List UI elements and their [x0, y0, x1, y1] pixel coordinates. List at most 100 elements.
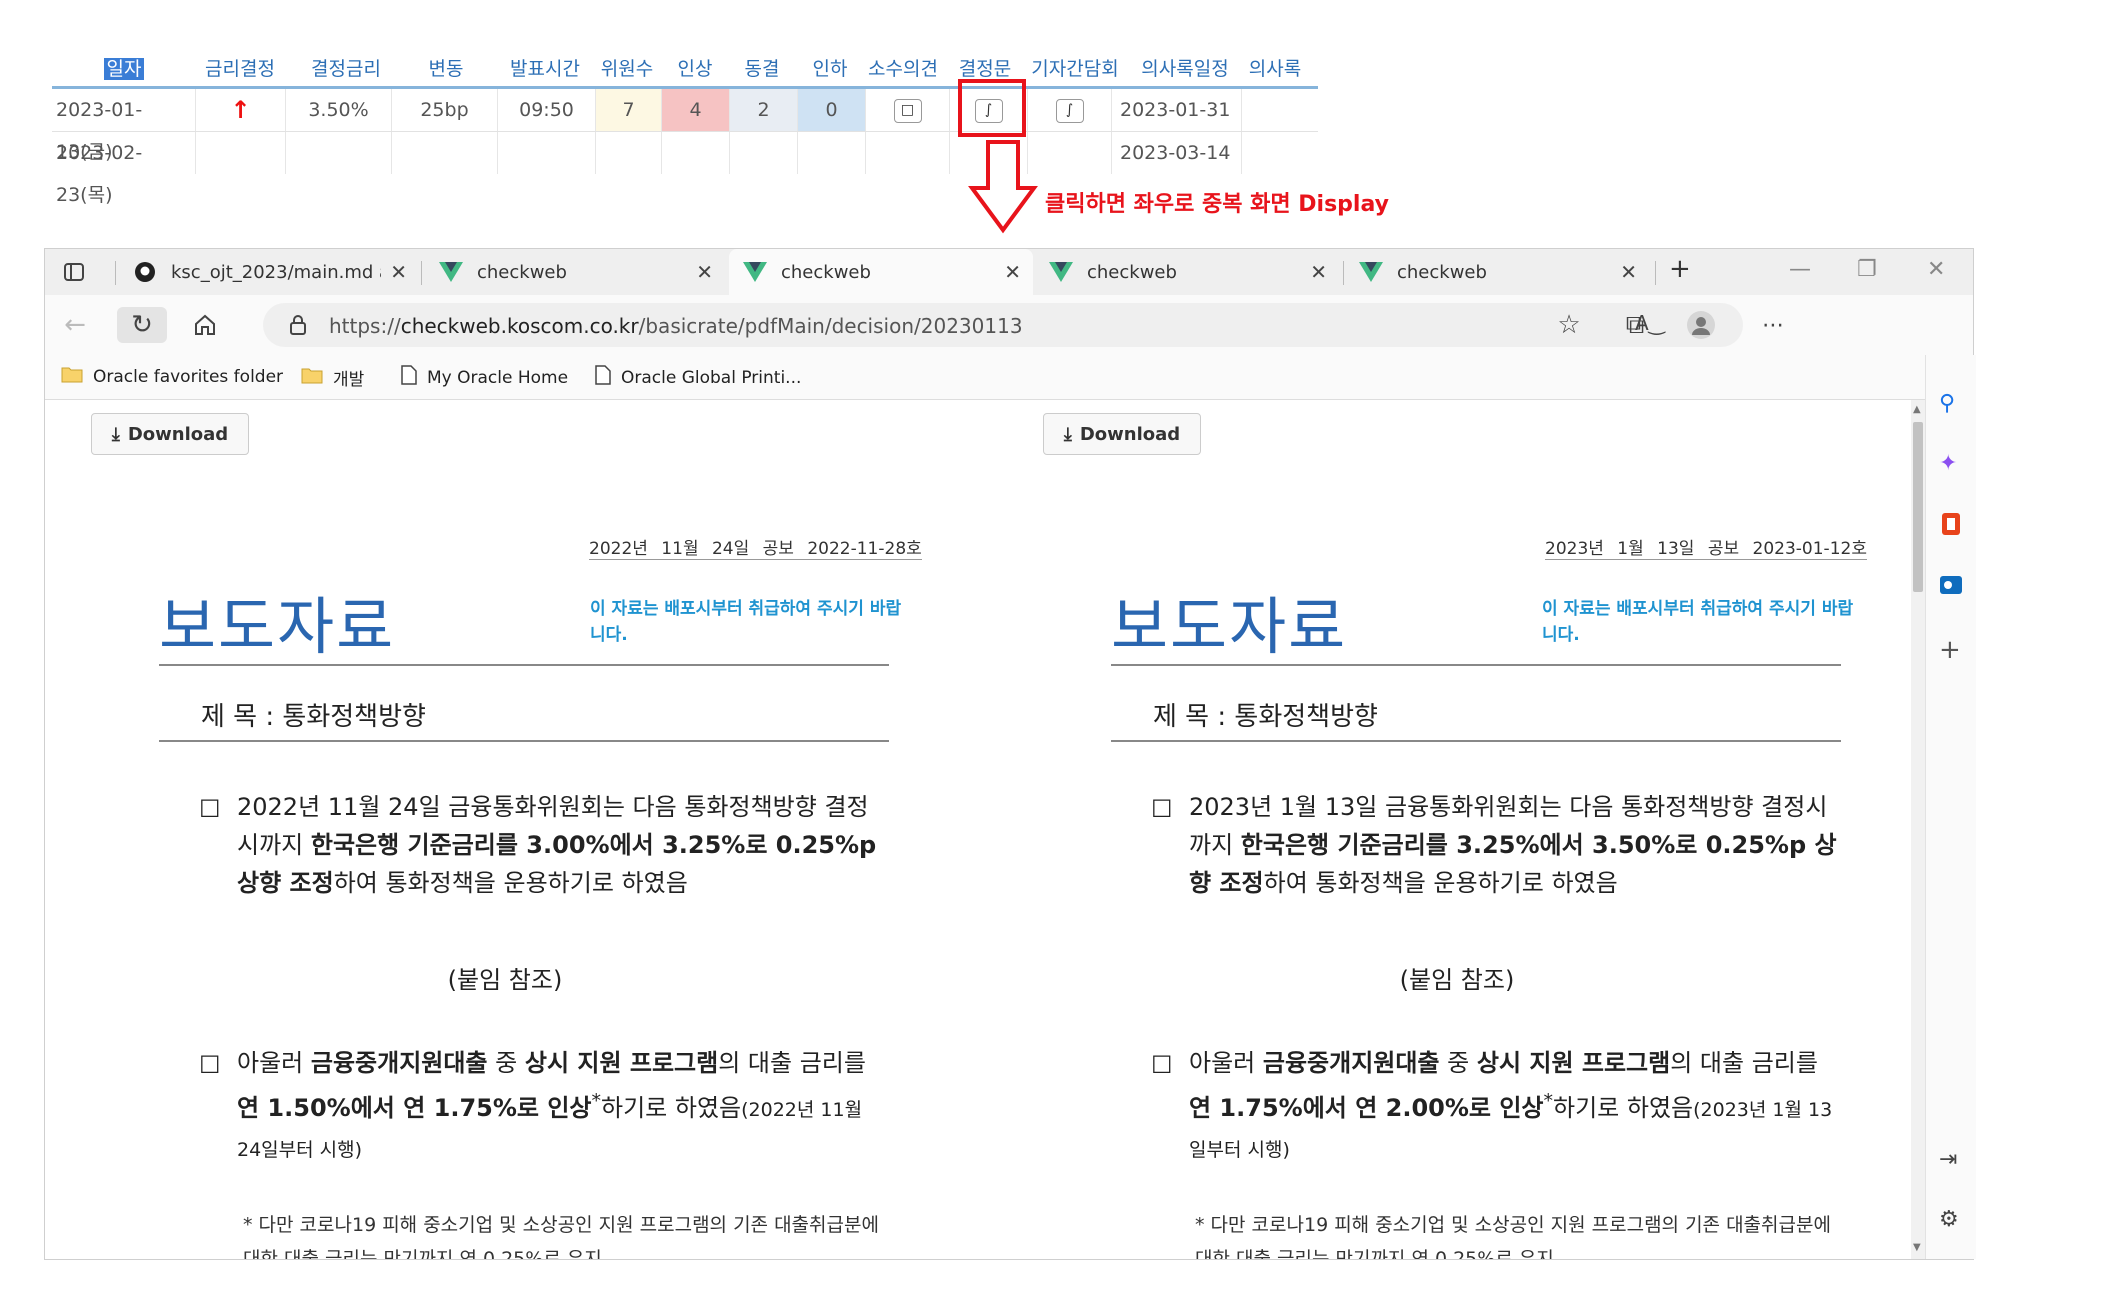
cell-minority: □ — [866, 89, 950, 131]
tab-checkweb-1[interactable]: checkweb ✕ — [425, 249, 725, 295]
cell-members: 7 — [596, 89, 662, 131]
header-minority[interactable]: 소수의견 — [858, 54, 948, 81]
page-icon — [595, 365, 611, 390]
comment-icon[interactable]: □ — [893, 98, 922, 123]
tab-label: checkweb — [1397, 261, 1487, 283]
hide-sidebar-icon[interactable]: ⇥ — [1939, 1147, 1957, 1172]
table-row[interactable]: 2023-02-23(목) 2023-03-14 — [52, 132, 1318, 206]
cell-decision — [196, 132, 286, 174]
cell-minutes — [1242, 89, 1318, 131]
scroll-thumb[interactable] — [1913, 422, 1923, 592]
cell-minutes-date: 2023-03-14 — [1112, 132, 1242, 174]
close-icon[interactable]: ✕ — [390, 260, 407, 284]
edge-sidebar: ⚲ ✦ + ⇥ ⚙ — [1925, 355, 1976, 1259]
more-options-icon[interactable]: ⋯ — [1753, 307, 1793, 343]
back-arrow-icon[interactable]: ← — [55, 307, 95, 343]
header-decision[interactable]: 금리결정 — [200, 54, 280, 81]
favorite-item[interactable]: Oracle favorites folder — [61, 365, 283, 388]
cell-decision: ↑ — [196, 89, 286, 131]
favorite-item[interactable]: My Oracle Home — [401, 365, 568, 390]
tab-checkweb-3[interactable]: checkweb ✕ — [1035, 249, 1339, 295]
header-rate[interactable]: 결정금리 — [296, 54, 396, 81]
tab-bar: ksc_ojt_2023/main.md at m ✕ checkweb ✕ c… — [45, 249, 1973, 295]
down-arrow-icon — [968, 140, 1038, 234]
minimize-icon[interactable]: — — [1789, 257, 1811, 282]
header-decision-doc[interactable]: 결정문 — [950, 54, 1020, 81]
close-icon[interactable]: ✕ — [1620, 260, 1637, 284]
copilot-icon[interactable]: ✦ — [1939, 451, 1957, 476]
cell-hold — [730, 132, 798, 174]
table-header: 일자 금리결정 결정금리 변동 발표시간 위원수 인상 동결 인하 소수의견 결… — [52, 48, 1318, 89]
doc-meta: 2022년 11월 24일 공보 2022-11-28호 — [589, 534, 922, 560]
add-plus-icon[interactable]: + — [1939, 635, 1961, 665]
new-tab-plus-icon[interactable]: + — [1669, 254, 1691, 284]
callout-text: 클릭하면 좌우로 중복 화면 Display — [1045, 192, 1389, 217]
settings-gear-icon[interactable]: ⚙ — [1939, 1207, 1959, 1232]
header-change[interactable]: 변동 — [406, 54, 486, 81]
footnote: * 다만 코로나19 피해 중소기업 및 소상공인 지원 프로그램의 기존 대출… — [1195, 1214, 1831, 1259]
vertical-scrollbar[interactable]: ▲ ▼ — [1911, 400, 1925, 1259]
divider — [159, 740, 889, 742]
tab-checkweb-active[interactable]: checkweb ✕ — [729, 249, 1033, 295]
outlook-icon[interactable] — [1939, 573, 1963, 603]
lock-icon[interactable] — [289, 315, 307, 335]
cell-date: 2023-01-13(금) — [52, 89, 196, 163]
scroll-down-icon[interactable]: ▼ — [1913, 1242, 1921, 1253]
header-raise[interactable]: 인상 — [665, 54, 725, 81]
cell-rate: 3.50% — [286, 89, 392, 131]
cell-cut: 0 — [798, 89, 866, 131]
folder-icon — [61, 365, 83, 388]
paragraph-1: ☐ 2023년 1월 13일 금융통화위원회는 다음 통화정책방향 결정시까지 … — [1151, 793, 1837, 897]
vue-icon — [1049, 260, 1073, 284]
cell-members — [596, 132, 662, 174]
restore-icon[interactable]: ❐ — [1857, 257, 1877, 282]
collections-icon[interactable]: ⧉ — [1615, 307, 1655, 343]
home-icon[interactable] — [185, 307, 225, 343]
profile-avatar-icon[interactable] — [1681, 307, 1721, 343]
window-close-icon[interactable]: ✕ — [1927, 257, 1945, 282]
close-icon[interactable]: ✕ — [1004, 260, 1021, 284]
cell-minutes-date: 2023-01-31 — [1112, 89, 1242, 131]
close-icon[interactable]: ✕ — [1310, 260, 1327, 284]
header-date[interactable]: 일자 — [100, 54, 148, 81]
header-minutes[interactable]: 의사록 — [1240, 54, 1310, 81]
download-button[interactable]: ⤓ Download — [1043, 413, 1201, 455]
page-content: ⤓ Download 2022년 11월 24일 공보 2022-11-28호 보… — [45, 400, 1911, 1259]
cell-minutes — [1242, 132, 1318, 174]
paperclip-icon[interactable]: ∫ — [1055, 98, 1084, 123]
download-button[interactable]: ⤓ Download — [91, 413, 249, 455]
office-icon[interactable] — [1939, 511, 1963, 543]
cell-press: ∫ — [1028, 89, 1112, 131]
scroll-up-icon[interactable]: ▲ — [1913, 404, 1921, 415]
header-time[interactable]: 발표시간 — [500, 54, 590, 81]
doc-notice: 이 자료는 배포시부터 취급하여 주시기 바랍니다. — [590, 599, 902, 645]
favorite-item[interactable]: 개발 — [301, 365, 364, 390]
header-members[interactable]: 위원수 — [592, 54, 662, 81]
tab-checkweb-4[interactable]: checkweb ✕ — [1345, 249, 1649, 295]
header-minutes-date[interactable]: 의사록일정 — [1130, 54, 1240, 81]
close-icon[interactable]: ✕ — [696, 260, 713, 284]
header-press[interactable]: 기자간담회 — [1020, 54, 1130, 81]
download-icon: ⤓ — [1063, 423, 1072, 445]
table-row[interactable]: 2023-01-13(금) ↑ 3.50% 25bp 09:50 7 4 2 0… — [52, 89, 1318, 163]
refresh-icon[interactable]: ↻ — [117, 307, 167, 343]
header-hold[interactable]: 동결 — [732, 54, 792, 81]
paragraph-1: ☐ 2022년 11월 24일 금융통화위원회는 다음 통화정책방향 결정시까지… — [199, 793, 877, 897]
favorite-item[interactable]: Oracle Global Printi... — [595, 365, 801, 390]
doc-subject: 제 목 : 통화정책방향 — [1153, 702, 1378, 732]
tab-actions-button[interactable] — [53, 249, 93, 295]
tab-label: checkweb — [1087, 261, 1177, 283]
cell-raise: 4 — [662, 89, 730, 131]
cell-press — [1028, 132, 1112, 174]
up-arrow-icon: ↑ — [230, 96, 251, 124]
address-bar[interactable]: https://checkweb.koscom.co.kr/basicrate/… — [263, 303, 1743, 347]
tab-github[interactable]: ksc_ojt_2023/main.md at m ✕ — [119, 249, 419, 295]
cell-time: 09:50 — [498, 89, 596, 131]
url-text[interactable]: https://checkweb.koscom.co.kr/basicrate/… — [329, 314, 1023, 338]
page-icon — [401, 365, 417, 390]
rate-decision-table: 일자 금리결정 결정금리 변동 발표시간 위원수 인상 동결 인하 소수의견 결… — [52, 48, 1318, 206]
footnote: * 다만 코로나19 피해 중소기업 및 소상공인 지원 프로그램의 기존 대출… — [243, 1214, 879, 1259]
search-icon[interactable]: ⚲ — [1939, 391, 1955, 416]
favorites-icon[interactable]: ☆ — [1549, 307, 1589, 343]
header-cut[interactable]: 인하 — [800, 54, 860, 81]
